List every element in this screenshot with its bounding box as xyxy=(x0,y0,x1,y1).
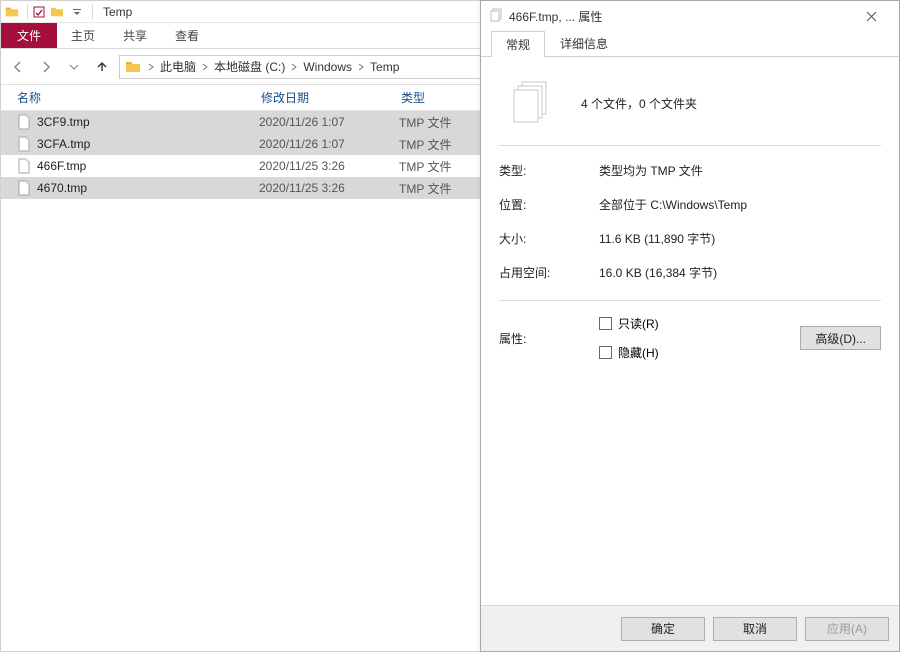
dialog-footer: 确定 取消 应用(A) xyxy=(481,605,899,651)
file-icon xyxy=(15,179,33,197)
file-icon xyxy=(15,113,33,131)
size-value: 11.6 KB (11,890 字节) xyxy=(599,230,715,247)
crumb-windows[interactable]: Windows xyxy=(299,60,356,74)
dialog-titlebar: 466F.tmp, ... 属性 xyxy=(481,1,899,31)
nav-up-icon[interactable] xyxy=(91,56,113,78)
type-value: 类型均为 TMP 文件 xyxy=(599,162,703,179)
file-name: 3CFA.tmp xyxy=(37,137,259,151)
chevron-right-icon[interactable] xyxy=(356,63,366,71)
close-icon[interactable] xyxy=(851,2,891,30)
tab-view[interactable]: 查看 xyxy=(161,23,213,48)
tab-file[interactable]: 文件 xyxy=(1,23,57,48)
attribute-checks: 只读(R) 隐藏(H) xyxy=(599,315,659,361)
crumb-temp[interactable]: Temp xyxy=(366,60,403,74)
apply-button[interactable]: 应用(A) xyxy=(805,617,889,641)
tab-details[interactable]: 详细信息 xyxy=(545,30,623,56)
properties-qat-icon[interactable] xyxy=(32,5,46,19)
dialog-tabs: 常规 详细信息 xyxy=(481,31,899,57)
ok-button[interactable]: 确定 xyxy=(621,617,705,641)
file-date: 2020/11/25 3:26 xyxy=(259,181,399,195)
nav-recent-icon[interactable] xyxy=(63,56,85,78)
title-separator xyxy=(92,5,93,19)
col-type[interactable]: 类型 xyxy=(399,89,477,106)
nav-forward-icon[interactable] xyxy=(35,56,57,78)
location-label: 位置: xyxy=(499,196,599,213)
chevron-right-icon[interactable] xyxy=(289,63,299,71)
hidden-label: 隐藏(H) xyxy=(618,344,659,361)
tab-share[interactable]: 共享 xyxy=(109,23,161,48)
file-date: 2020/11/26 1:07 xyxy=(259,137,399,151)
checkbox-icon xyxy=(599,346,612,359)
file-date: 2020/11/26 1:07 xyxy=(259,115,399,129)
file-icon xyxy=(15,157,33,175)
dialog-body: 4 个文件，0 个文件夹 类型: 类型均为 TMP 文件 位置: 全部位于 C:… xyxy=(481,57,899,605)
col-name[interactable]: 名称 xyxy=(15,89,259,106)
file-icon xyxy=(15,135,33,153)
file-name: 4670.tmp xyxy=(37,181,259,195)
attributes-label: 属性: xyxy=(499,330,599,347)
crumb-pc[interactable]: 此电脑 xyxy=(156,58,200,75)
separator xyxy=(499,145,881,146)
file-name: 466F.tmp xyxy=(37,159,259,173)
window-title: Temp xyxy=(103,5,132,19)
file-type: TMP 文件 xyxy=(399,158,477,175)
location-value: 全部位于 C:\Windows\Temp xyxy=(599,196,747,213)
cancel-button[interactable]: 取消 xyxy=(713,617,797,641)
multifile-icon xyxy=(489,8,505,24)
nav-back-icon[interactable] xyxy=(7,56,29,78)
separator xyxy=(499,300,881,301)
size-label: 大小: xyxy=(499,230,599,247)
col-date[interactable]: 修改日期 xyxy=(259,89,399,106)
file-name: 3CF9.tmp xyxy=(37,115,259,129)
tab-home[interactable]: 主页 xyxy=(57,23,109,48)
type-label: 类型: xyxy=(499,162,599,179)
checkbox-icon xyxy=(599,317,612,330)
crumb-c[interactable]: 本地磁盘 (C:) xyxy=(210,58,289,75)
hidden-checkbox[interactable]: 隐藏(H) xyxy=(599,344,659,361)
chevron-right-icon[interactable] xyxy=(200,63,210,71)
new-folder-qat-icon[interactable] xyxy=(50,5,64,19)
chevron-right-icon[interactable] xyxy=(146,63,156,71)
qat-separator xyxy=(27,5,28,19)
file-type: TMP 文件 xyxy=(399,180,477,197)
file-count-summary: 4 个文件，0 个文件夹 xyxy=(581,95,697,112)
dialog-title: 466F.tmp, ... 属性 xyxy=(509,8,602,25)
qat-dropdown-icon[interactable] xyxy=(70,5,84,19)
readonly-label: 只读(R) xyxy=(618,315,659,332)
multifile-large-icon xyxy=(507,79,555,127)
disk-label: 占用空间: xyxy=(499,264,599,281)
folder-icon xyxy=(124,58,142,76)
file-type: TMP 文件 xyxy=(399,114,477,131)
advanced-button[interactable]: 高级(D)... xyxy=(800,326,881,350)
file-date: 2020/11/25 3:26 xyxy=(259,159,399,173)
file-type: TMP 文件 xyxy=(399,136,477,153)
readonly-checkbox[interactable]: 只读(R) xyxy=(599,315,659,332)
disk-value: 16.0 KB (16,384 字节) xyxy=(599,264,717,281)
properties-dialog: 466F.tmp, ... 属性 常规 详细信息 4 个文件，0 个文件夹 类型… xyxy=(480,0,900,652)
tab-general[interactable]: 常规 xyxy=(491,31,545,57)
folder-icon xyxy=(5,5,19,19)
